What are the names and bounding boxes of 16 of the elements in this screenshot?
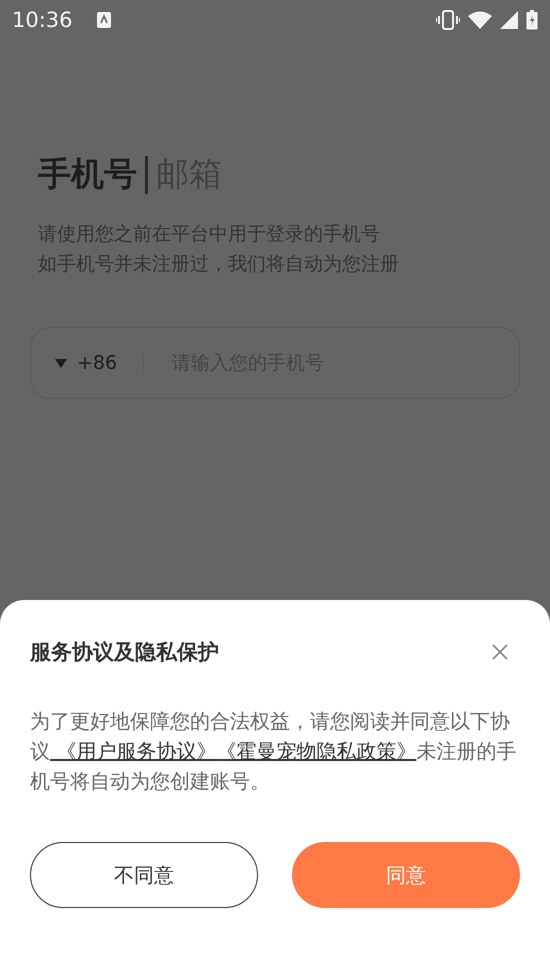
policy-link[interactable]: 《用户服务协议》 (50, 739, 216, 763)
agreement-text: 为了更好地保障您的合法权益，请您阅读并同意以下协议 《用户服务协议》《霍曼宠物隐私政策》未注册的手机号将自动为您创建账号。 (30, 708, 518, 795)
battery-icon (526, 10, 538, 30)
vibrate-icon (436, 10, 460, 30)
dialog-title: 服务协议及隐私保护 (30, 639, 219, 666)
caret-icon (55, 358, 67, 368)
wifi-icon (468, 11, 492, 29)
status-time: 10:36 (12, 8, 73, 32)
notification-icon (96, 12, 111, 28)
close-icon[interactable] (492, 644, 508, 660)
signal-icon (500, 11, 518, 29)
disagree-button[interactable]: 不同意 (30, 842, 258, 908)
country-code[interactable]: +86 (77, 352, 118, 374)
policy-link[interactable]: 《霍曼宠物隐私政策》 (216, 739, 416, 763)
login-tab[interactable]: 手机号 (38, 152, 137, 197)
agree-button[interactable]: 同意 (292, 842, 520, 908)
